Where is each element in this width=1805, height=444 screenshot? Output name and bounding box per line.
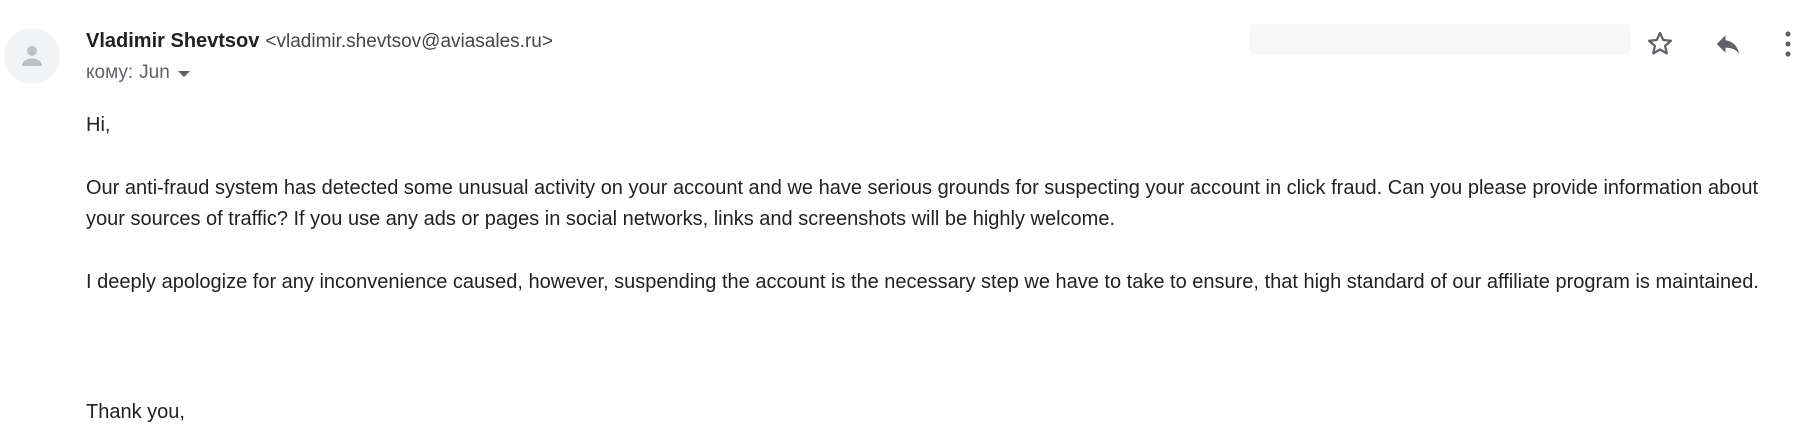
message-header: Vladimir Shevtsov <vladimir.shevtsov@avia… bbox=[86, 28, 553, 85]
recipient-line: кому: Jun bbox=[86, 61, 553, 85]
person-icon bbox=[22, 46, 42, 66]
star-outline-icon bbox=[1648, 31, 1672, 55]
more-options-button[interactable] bbox=[1776, 24, 1800, 64]
body-paragraph: Our anti-fraud system has detected some … bbox=[86, 177, 1759, 230]
reply-button[interactable] bbox=[1708, 24, 1748, 64]
redacted-date bbox=[1250, 24, 1630, 54]
reply-icon bbox=[1716, 35, 1740, 54]
more-vertical-icon bbox=[1785, 31, 1791, 57]
body-paragraph: I deeply apologize for any inconvenience… bbox=[86, 271, 1759, 293]
avatar[interactable] bbox=[4, 28, 60, 84]
recipient-name: Jun bbox=[139, 62, 170, 83]
sender-line: Vladimir Shevtsov <vladimir.shevtsov@avia… bbox=[86, 28, 553, 55]
sender-name[interactable]: Vladimir Shevtsov bbox=[86, 30, 259, 52]
recipient-label: кому: bbox=[86, 62, 134, 83]
caret-down-icon[interactable] bbox=[177, 71, 190, 77]
star-button[interactable] bbox=[1640, 24, 1680, 64]
sender-email[interactable]: <vladimir.shevtsov@aviasales.ru> bbox=[265, 31, 553, 52]
sign-off: Thank you, bbox=[86, 401, 185, 423]
greeting: Hi, bbox=[86, 114, 111, 136]
